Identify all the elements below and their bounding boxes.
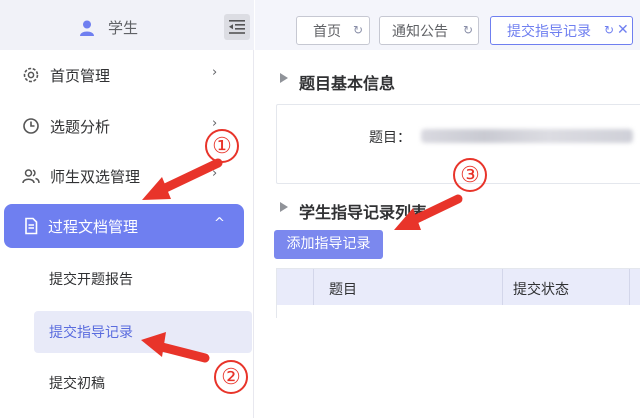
annotation-number-1: ① <box>205 129 239 163</box>
annotation-overlay <box>141 158 463 363</box>
annotation-number-3: ③ <box>453 158 487 192</box>
arrow-3 <box>394 194 463 230</box>
arrow-2 <box>141 332 210 363</box>
arrow-1 <box>142 158 223 200</box>
annotation-number-2: ② <box>214 360 248 394</box>
